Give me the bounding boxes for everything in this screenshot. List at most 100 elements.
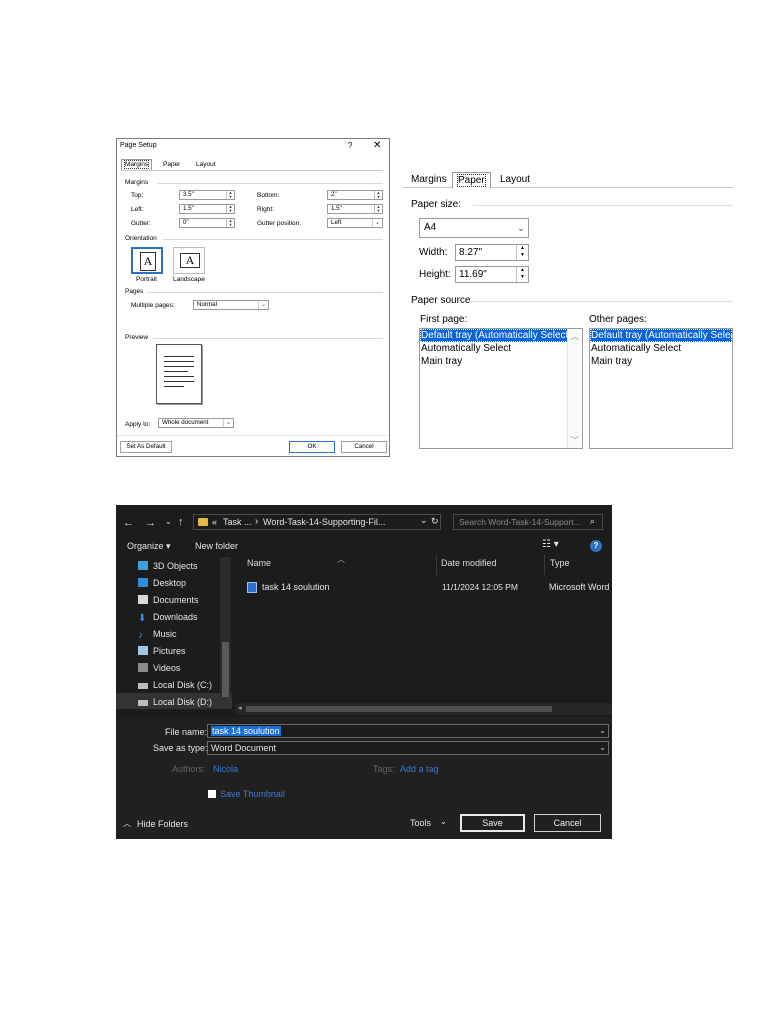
list-item[interactable]: Automatically Select	[420, 342, 582, 355]
width-spinner[interactable]: 8.27" ▲ ▼	[455, 244, 529, 261]
table-row[interactable]: task 14 soulution 11/1/2024 12:05 PM Mic…	[244, 581, 612, 595]
gutter-spinner[interactable]: 0" ▲ ▼	[179, 218, 235, 228]
list-item[interactable]: Main tray	[590, 355, 732, 368]
save-thumbnail-checkbox[interactable]	[208, 790, 216, 798]
height-spinner[interactable]: 11.69" ▲ ▼	[455, 266, 529, 283]
organize-button[interactable]: Organize ▾	[127, 541, 171, 552]
column-date-modified[interactable]: Date modified	[441, 558, 497, 568]
gutter-position-select[interactable]: Left ⌄	[327, 218, 383, 228]
chevron-down-icon[interactable]: ⌄	[599, 725, 606, 737]
sidebar-scrollbar[interactable]	[220, 557, 231, 697]
breadcrumb-overflow[interactable]: «	[212, 517, 217, 527]
landscape-button[interactable]: A	[173, 247, 205, 274]
paper-size-label: Paper size:	[411, 199, 462, 210]
new-folder-button[interactable]: New folder	[195, 541, 238, 551]
bottom-margin-spinner[interactable]: 2" ▲ ▼	[327, 190, 383, 200]
paper-size-select[interactable]: A4 ⌄	[419, 218, 529, 238]
tab-paper[interactable]: Paper	[452, 172, 491, 189]
sidebar-item-local-disk-c[interactable]: Local Disk (C:)	[138, 677, 212, 693]
multiple-pages-select[interactable]: Normal ⌄	[193, 300, 269, 310]
file-date: 11/1/2024 12:05 PM	[442, 582, 518, 592]
sidebar-item-videos[interactable]: Videos	[138, 660, 180, 676]
divider	[157, 183, 383, 184]
top-margin-spinner[interactable]: 3.5" ▲ ▼	[179, 190, 235, 200]
chevron-down-icon: ﹀	[571, 436, 579, 445]
scrollbar-thumb[interactable]	[222, 642, 229, 697]
file-name-label: File name:	[165, 727, 208, 737]
apply-to-select[interactable]: Whole document ⌄	[158, 418, 234, 428]
list-item[interactable]: Default tray (Automatically Select)	[590, 329, 732, 342]
chevron-left-icon[interactable]: ◂	[238, 704, 242, 712]
cancel-button[interactable]: Cancel	[534, 814, 601, 832]
other-pages-list[interactable]: Default tray (Automatically Select) Auto…	[589, 328, 733, 449]
scrollbar-thumb[interactable]	[246, 706, 552, 712]
tags-label: Tags:	[373, 764, 395, 774]
breadcrumb-task[interactable]: Task ...	[223, 517, 252, 527]
preview-page-thumbnail	[156, 344, 202, 404]
refresh-icon[interactable]: ↻	[431, 516, 439, 527]
left-label: Left:	[131, 206, 144, 213]
view-options-icon[interactable]: ☷ ▾	[542, 539, 559, 550]
list-item[interactable]: Automatically Select	[590, 342, 732, 355]
sidebar-item-music[interactable]: ♪ Music	[138, 626, 177, 642]
up-icon[interactable]: ↑	[178, 516, 184, 528]
tools-button[interactable]: Tools	[410, 818, 431, 828]
save-button[interactable]: Save	[460, 814, 525, 832]
chevron-down-icon[interactable]: ⌄	[420, 515, 428, 526]
forward-icon[interactable]: →	[145, 517, 156, 529]
help-icon[interactable]: ?	[590, 540, 602, 552]
divider	[163, 239, 383, 240]
first-page-list[interactable]: Default tray (Automatically Select) Auto…	[419, 328, 583, 449]
breadcrumb-separator: ›	[255, 516, 259, 527]
horizontal-scrollbar[interactable]: ◂	[236, 703, 612, 715]
sidebar-item-local-disk-d[interactable]: Local Disk (D:)	[138, 694, 212, 710]
sidebar-item-downloads[interactable]: ⬇ Downloads	[138, 609, 198, 625]
column-type[interactable]: Type	[550, 558, 570, 568]
tags-value[interactable]: Add a tag	[400, 764, 439, 774]
sidebar-item-pictures[interactable]: Pictures	[138, 643, 186, 659]
help-button[interactable]: ?	[348, 141, 352, 150]
sidebar-item-3d-objects[interactable]: 3D Objects	[138, 558, 198, 574]
recent-locations-icon[interactable]: ⌄	[165, 517, 172, 526]
cancel-button[interactable]: Cancel	[341, 441, 387, 453]
gutter-position-label: Gutter position:	[257, 220, 302, 227]
authors-value[interactable]: Nicola	[213, 764, 238, 774]
width-label: Width:	[419, 247, 448, 258]
multiple-pages-label: Multiple pages:	[131, 302, 175, 309]
drive-icon	[138, 700, 148, 706]
save-as-type-select[interactable]: Word Document ⌄	[207, 741, 609, 755]
paper-tab-panel: Margins Paper Layout Paper size: A4 ⌄ Wid…	[403, 164, 733, 456]
column-separator	[436, 555, 437, 575]
scrollbar[interactable]: ︿ ﹀	[567, 329, 582, 448]
chevron-down-icon: ⌄	[372, 219, 382, 227]
paper-source-label: Paper source	[411, 295, 471, 306]
set-as-default-button[interactable]: Set As Default	[120, 441, 172, 453]
column-name[interactable]: Name	[247, 558, 271, 568]
file-name-input[interactable]: task 14 soulution ⌄	[207, 724, 609, 738]
hide-folders-button[interactable]: Hide Folders	[137, 819, 188, 829]
portrait-button[interactable]: A	[131, 247, 163, 274]
chevron-down-icon: ⌄	[517, 223, 525, 233]
search-box[interactable]: Search Word-Task-14-Support... ⌕	[453, 514, 603, 530]
address-bar[interactable]: « Task ... › Word-Task-14-Supporting-Fil…	[193, 514, 441, 530]
music-icon: ♪	[138, 630, 143, 641]
tab-divider	[121, 170, 383, 171]
sidebar-item-desktop[interactable]: Desktop	[138, 575, 186, 591]
column-separator	[544, 555, 545, 575]
tab-margins[interactable]: Margins	[406, 172, 452, 187]
list-item[interactable]: Default tray (Automatically Select)	[420, 329, 582, 342]
ok-button[interactable]: OK	[289, 441, 335, 453]
chevron-down-icon[interactable]: ⌄	[440, 817, 447, 826]
back-icon[interactable]: ←	[123, 517, 134, 529]
word-document-icon	[247, 582, 257, 593]
list-item[interactable]: Main tray	[420, 355, 582, 368]
portrait-label: Portrait	[136, 276, 157, 283]
tab-layout[interactable]: Layout	[495, 172, 535, 187]
chevron-up-icon[interactable]: ︿	[123, 818, 131, 829]
breadcrumb-folder[interactable]: Word-Task-14-Supporting-Fil...	[263, 517, 385, 527]
right-margin-spinner[interactable]: 1.5" ▲ ▼	[327, 204, 383, 214]
dialog-title: Page Setup	[120, 142, 157, 149]
close-button[interactable]: ✕	[373, 140, 381, 151]
left-margin-spinner[interactable]: 1.5" ▲ ▼	[179, 204, 235, 214]
sidebar-item-documents[interactable]: Documents	[138, 592, 199, 608]
